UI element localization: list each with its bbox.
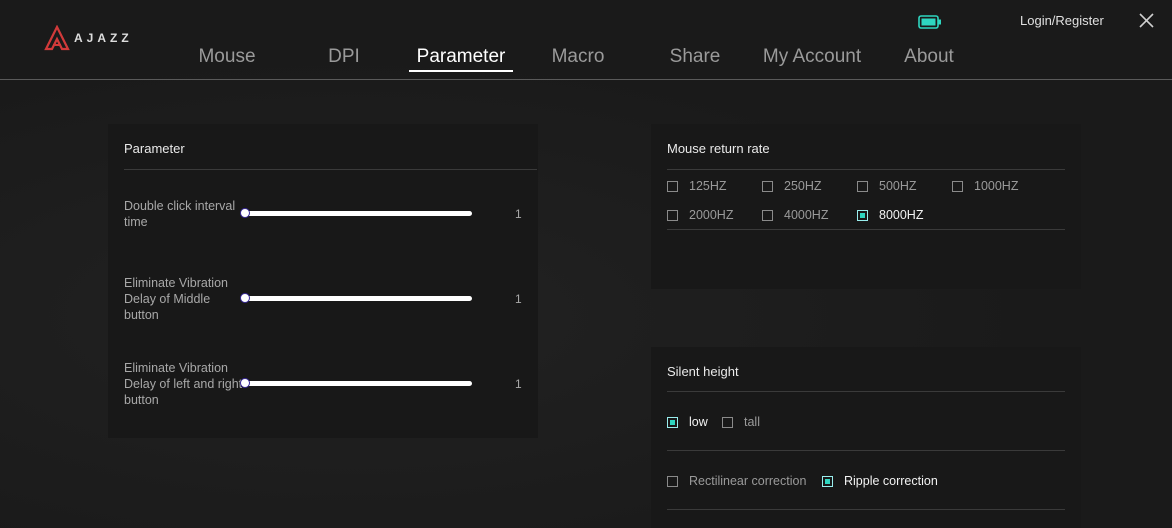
- rate-1000hz-checkbox[interactable]: 1000HZ: [952, 179, 1018, 193]
- divider: [667, 229, 1065, 230]
- left-right-button-label: Eliminate Vibration Delay of left and ri…: [124, 361, 243, 407]
- logo-text: AJAZZ: [74, 31, 133, 45]
- tab-parameter[interactable]: Parameter: [409, 44, 513, 72]
- silent-height-panel: Silent height low tall Rectilinear corre…: [651, 347, 1081, 528]
- checkbox-box-checked: [857, 209, 868, 221]
- rate-2000hz-checkbox[interactable]: 2000HZ: [667, 208, 733, 222]
- rectilinear-correction-checkbox[interactable]: Rectilinear correction: [667, 474, 806, 488]
- slider-handle[interactable]: [240, 208, 250, 218]
- middle-button-label: Eliminate Vibration Delay of Middle butt…: [124, 276, 228, 322]
- checkbox-label: Ripple correction: [844, 474, 938, 488]
- checkbox-box: [857, 180, 868, 192]
- checkbox-label: 250HZ: [784, 179, 822, 193]
- double-click-label: Double click interval time: [124, 199, 236, 229]
- rate-125hz-checkbox[interactable]: 125HZ: [667, 179, 727, 193]
- ajazz-logo-icon: [44, 25, 70, 51]
- middle-button-slider[interactable]: [240, 293, 472, 303]
- divider: [124, 169, 537, 170]
- double-click-value: 1: [515, 207, 522, 221]
- tab-share[interactable]: Share: [643, 44, 747, 70]
- parameter-title: Parameter: [124, 141, 185, 156]
- tab-mouse[interactable]: Mouse: [175, 44, 279, 70]
- silent-height-title: Silent height: [667, 364, 739, 379]
- middle-button-value: 1: [515, 292, 522, 306]
- ripple-correction-checkbox[interactable]: Ripple correction: [822, 474, 938, 488]
- checkbox-box-checked: [667, 416, 678, 428]
- login-register-link[interactable]: Login/Register: [1020, 13, 1104, 28]
- checkbox-box: [667, 475, 678, 487]
- rate-250hz-checkbox[interactable]: 250HZ: [762, 179, 822, 193]
- checkbox-label: 125HZ: [689, 179, 727, 193]
- slider-handle[interactable]: [240, 378, 250, 388]
- header-bar: AJAZZ Mouse DPI Parameter Macro Share My…: [0, 0, 1172, 80]
- checkbox-box-checked: [822, 475, 833, 487]
- slider-handle[interactable]: [240, 293, 250, 303]
- brand-logo: AJAZZ: [44, 25, 133, 51]
- double-click-slider[interactable]: [240, 208, 472, 218]
- return-rate-title: Mouse return rate: [667, 141, 770, 156]
- checkbox-box: [667, 180, 678, 192]
- checkbox-label: 500HZ: [879, 179, 917, 193]
- divider: [667, 391, 1065, 392]
- checkbox-box: [762, 209, 773, 221]
- return-rate-panel: Mouse return rate 125HZ 250HZ 500HZ 1000…: [651, 124, 1081, 289]
- checkbox-box: [762, 180, 773, 192]
- left-right-button-value: 1: [515, 377, 522, 391]
- checkbox-label: tall: [744, 415, 760, 429]
- rate-8000hz-checkbox[interactable]: 8000HZ: [857, 208, 923, 222]
- rate-500hz-checkbox[interactable]: 500HZ: [857, 179, 917, 193]
- battery-icon: [918, 15, 941, 29]
- tab-my-account[interactable]: My Account: [760, 44, 864, 70]
- height-tall-checkbox[interactable]: tall: [722, 415, 760, 429]
- left-right-button-slider[interactable]: [240, 378, 472, 388]
- close-icon[interactable]: [1138, 12, 1155, 29]
- checkbox-label: Rectilinear correction: [689, 474, 807, 488]
- height-low-checkbox[interactable]: low: [667, 415, 708, 429]
- tab-dpi[interactable]: DPI: [292, 44, 396, 70]
- divider: [667, 450, 1065, 451]
- checkbox-box: [952, 180, 963, 192]
- checkbox-box: [667, 209, 678, 221]
- tab-macro[interactable]: Macro: [526, 44, 630, 70]
- divider: [667, 169, 1065, 170]
- checkbox-label: 2000HZ: [689, 208, 734, 222]
- divider: [667, 509, 1065, 510]
- checkbox-label: 1000HZ: [974, 179, 1019, 193]
- checkbox-box: [722, 416, 733, 428]
- tab-about[interactable]: About: [877, 44, 981, 70]
- checkbox-label: 8000HZ: [879, 208, 924, 222]
- rate-4000hz-checkbox[interactable]: 4000HZ: [762, 208, 828, 222]
- parameter-panel: Parameter Double click interval time 1 E…: [108, 124, 538, 438]
- checkbox-label: 4000HZ: [784, 208, 829, 222]
- checkbox-label: low: [689, 415, 708, 429]
